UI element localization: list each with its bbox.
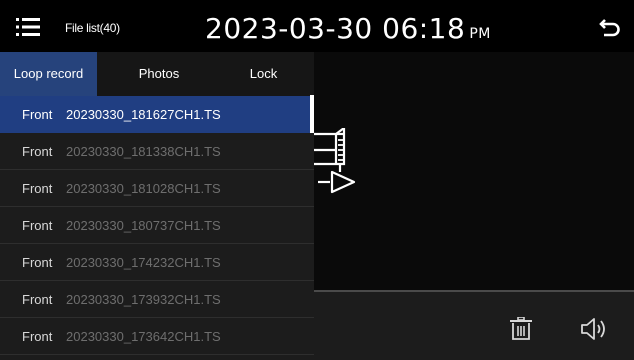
file-panel: Loop record Photos Lock Front 20230330_1… xyxy=(0,52,314,360)
file-list-item[interactable]: Front 20230330_181627CH1.TS xyxy=(0,96,314,133)
file-camera-label: Front xyxy=(22,329,53,344)
file-name: 20230330_173932CH1.TS xyxy=(66,292,221,307)
tab-photos[interactable]: Photos xyxy=(105,52,213,96)
file-camera-label: Front xyxy=(22,255,53,270)
file-camera-label: Front xyxy=(22,144,53,159)
tab-lock[interactable]: Lock xyxy=(213,52,314,96)
file-list-item[interactable]: Front 20230330_181338CH1.TS xyxy=(0,133,314,170)
trash-icon[interactable] xyxy=(510,317,532,341)
file-list-item[interactable]: Front 20230330_180737CH1.TS xyxy=(0,207,314,244)
file-camera-label: Front xyxy=(22,107,53,122)
file-list-count: File list(40) xyxy=(65,21,120,35)
date-time-value: 2023-03-30 06:18 xyxy=(205,12,466,45)
file-list-item[interactable]: Front 20230330_174232CH1.TS xyxy=(0,244,314,281)
file-name: 20230330_181627CH1.TS xyxy=(66,107,221,122)
menu-icon[interactable] xyxy=(16,18,40,36)
dashcam-file-browser: File list(40) 2023-03-30 06:18 PM Loop re… xyxy=(0,0,634,360)
file-list-item[interactable]: Front 20230330_181028CH1.TS xyxy=(0,170,314,207)
file-list: Front 20230330_181627CH1.TS Front 202303… xyxy=(0,96,314,360)
file-list-item[interactable]: Front 20230330_173642CH1.TS xyxy=(0,318,314,355)
ampm-label: PM xyxy=(469,26,491,42)
back-arrow-icon[interactable] xyxy=(598,16,622,40)
file-list-item[interactable]: Front 20230330_173932CH1.TS xyxy=(0,281,314,318)
playback-controls xyxy=(314,292,634,360)
tab-loop-record[interactable]: Loop record xyxy=(0,52,97,96)
file-name: 20230330_174232CH1.TS xyxy=(66,255,221,270)
speaker-icon[interactable] xyxy=(580,317,608,341)
date-time-display: 2023-03-30 06:18 PM xyxy=(205,12,491,45)
tab-bar: Loop record Photos Lock xyxy=(0,52,314,96)
file-name: 20230330_173642CH1.TS xyxy=(66,329,221,344)
file-name: 20230330_181028CH1.TS xyxy=(66,181,221,196)
top-bar: File list(40) 2023-03-30 06:18 PM xyxy=(0,0,634,52)
file-camera-label: Front xyxy=(22,181,53,196)
file-name: 20230330_181338CH1.TS xyxy=(66,144,221,159)
video-file-icon xyxy=(314,128,356,194)
file-camera-label: Front xyxy=(22,292,53,307)
file-name: 20230330_180737CH1.TS xyxy=(66,218,221,233)
file-camera-label: Front xyxy=(22,218,53,233)
video-preview xyxy=(314,52,634,290)
